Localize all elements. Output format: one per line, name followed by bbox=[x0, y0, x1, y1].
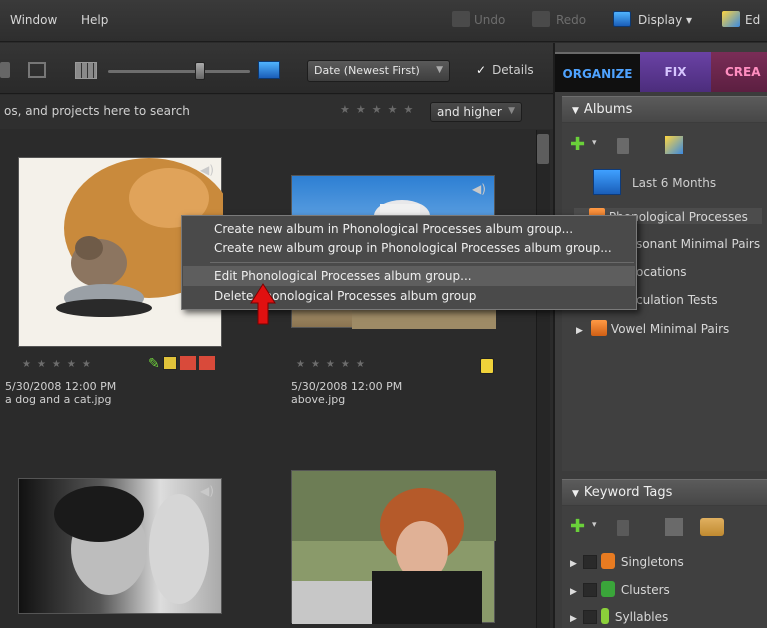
album-consonant-minimal-pairs[interactable]: sonant Minimal Pairs bbox=[636, 237, 760, 251]
photo-man bbox=[54, 486, 209, 604]
photo-rating[interactable]: ★★★★★ bbox=[22, 359, 97, 370]
edit-album-icon[interactable] bbox=[665, 136, 683, 154]
rating-filter-label: and higher bbox=[437, 105, 502, 119]
chevron-down-icon[interactable]: ▾ bbox=[592, 138, 597, 148]
large-view-icon[interactable] bbox=[258, 61, 280, 79]
chevron-down-icon[interactable]: ▾ bbox=[592, 520, 597, 530]
red-arrow-icon bbox=[250, 283, 276, 325]
mode-tabs: ORGANIZE FIX CREA bbox=[555, 52, 767, 92]
album-badge-icon bbox=[163, 356, 177, 370]
keyword-label: Clusters bbox=[620, 583, 670, 597]
audio-icon[interactable]: ◀) bbox=[200, 163, 214, 177]
tab-organize[interactable]: ORGANIZE bbox=[555, 52, 640, 92]
delete-icon[interactable] bbox=[617, 520, 629, 536]
delete-icon[interactable] bbox=[617, 138, 629, 154]
sort-label: Date (Newest First) bbox=[314, 64, 420, 77]
collapse-icon: ▼ bbox=[572, 489, 579, 499]
photo-thumbnail[interactable] bbox=[291, 470, 496, 624]
single-view-icon[interactable] bbox=[28, 62, 46, 78]
photo-woman bbox=[292, 471, 496, 624]
details-label: Details bbox=[492, 63, 534, 77]
collapse-icon: ▼ bbox=[572, 106, 579, 116]
lock-icon bbox=[480, 358, 494, 374]
menu-item-edit-album-group[interactable]: Edit Phonological Processes album group.… bbox=[214, 269, 472, 283]
slider-thumb[interactable] bbox=[195, 62, 205, 80]
tag-category-icon bbox=[600, 581, 615, 597]
edit-icon bbox=[722, 11, 740, 27]
expand-icon: ▶ bbox=[576, 326, 583, 336]
edit-button[interactable]: Ed bbox=[745, 13, 760, 27]
tag-checkbox[interactable] bbox=[582, 583, 597, 597]
undo-button[interactable]: Undo bbox=[474, 13, 505, 27]
photo-date: 5/30/2008 12:00 PM bbox=[5, 380, 117, 393]
albums-title: Albums bbox=[583, 102, 633, 117]
photo-rating[interactable]: ★★★★★ bbox=[296, 359, 371, 370]
people-tag-icon[interactable] bbox=[700, 518, 724, 536]
search-hint: os, and projects here to search bbox=[4, 104, 190, 118]
keyword-syllables[interactable]: ▶ Syllables bbox=[570, 608, 668, 624]
expand-icon: ▶ bbox=[570, 559, 577, 569]
tag-category-icon bbox=[600, 553, 615, 569]
album-group-icon bbox=[590, 320, 607, 336]
smart-album-icon bbox=[593, 169, 621, 195]
tag-checkbox[interactable] bbox=[582, 555, 597, 569]
add-tag-icon[interactable]: ✚ bbox=[570, 516, 585, 537]
tag-category-icon bbox=[600, 608, 609, 624]
redo-icon bbox=[532, 11, 550, 27]
photo-thumbnail[interactable] bbox=[18, 478, 222, 614]
chevron-down-icon: ▼ bbox=[508, 106, 515, 116]
album-label: Vowel Minimal Pairs bbox=[610, 322, 730, 336]
album-last-6-months[interactable]: Last 6 Months bbox=[632, 176, 716, 190]
undo-icon bbox=[452, 11, 470, 27]
display-icon bbox=[613, 11, 631, 27]
menu-bar: Window Help Undo Redo Display ▾ Ed bbox=[0, 0, 767, 42]
scrollbar[interactable] bbox=[536, 130, 550, 628]
rating-filter-select[interactable]: and higher ▼ bbox=[430, 102, 522, 122]
album-articulation-tests[interactable]: culation Tests bbox=[636, 293, 718, 307]
tag-checkbox[interactable] bbox=[582, 610, 597, 624]
grid-view-icon[interactable] bbox=[75, 62, 97, 79]
menu-separator bbox=[210, 262, 634, 263]
menu-help[interactable]: Help bbox=[81, 13, 108, 27]
keyword-tags-title: Keyword Tags bbox=[583, 485, 673, 500]
checkmark-icon: ✓ bbox=[476, 63, 487, 77]
albums-panel-header[interactable]: ▼ Albums bbox=[562, 96, 767, 122]
display-label: Display bbox=[638, 13, 683, 27]
keyword-singletons[interactable]: ▶ Singletons bbox=[570, 553, 684, 569]
people-icon bbox=[180, 356, 196, 370]
keyword-label: Syllables bbox=[614, 610, 669, 624]
photo-filename: a dog and a cat.jpg bbox=[5, 393, 112, 406]
album-group-vowel[interactable]: ▶ Vowel Minimal Pairs bbox=[576, 320, 729, 336]
people-icon bbox=[199, 356, 215, 370]
star-rating-filter[interactable]: ★★★★★ bbox=[340, 103, 419, 116]
tab-fix[interactable]: FIX bbox=[640, 52, 711, 92]
photo-filename: above.jpg bbox=[291, 393, 346, 406]
keyword-tags-header[interactable]: ▼ Keyword Tags bbox=[562, 479, 767, 505]
scroll-thumb[interactable] bbox=[537, 134, 549, 164]
keyword-clusters[interactable]: ▶ Clusters bbox=[570, 581, 670, 597]
chevron-down-icon: ▼ bbox=[436, 65, 443, 75]
audio-icon[interactable]: ◀) bbox=[472, 182, 486, 196]
keyword-label: Singletons bbox=[620, 555, 684, 569]
rotate-icon[interactable] bbox=[0, 62, 10, 78]
tag-icon: ✎ bbox=[148, 356, 160, 372]
photo-date: 5/30/2008 12:00 PM bbox=[291, 380, 403, 393]
audio-icon[interactable]: ◀) bbox=[200, 484, 214, 498]
redo-button[interactable]: Redo bbox=[556, 13, 586, 27]
expand-icon: ▶ bbox=[570, 587, 577, 597]
add-album-icon[interactable]: ✚ bbox=[570, 134, 585, 155]
expand-icon: ▶ bbox=[570, 614, 577, 624]
menu-window[interactable]: Window bbox=[10, 13, 57, 27]
album-locations[interactable]: ocations bbox=[636, 265, 687, 279]
menu-item-create-album-group[interactable]: Create new album group in Phonological P… bbox=[214, 241, 612, 255]
display-menu[interactable]: Display ▾ bbox=[638, 13, 692, 27]
details-checkbox[interactable]: ✓ Details bbox=[476, 63, 534, 77]
thumbnail-size-slider[interactable] bbox=[108, 70, 250, 73]
tab-create[interactable]: CREA bbox=[711, 52, 767, 92]
edit-tag-icon[interactable] bbox=[665, 518, 683, 536]
menu-item-create-album[interactable]: Create new album in Phonological Process… bbox=[214, 222, 573, 236]
sort-select[interactable]: Date (Newest First) ▼ bbox=[307, 60, 450, 82]
